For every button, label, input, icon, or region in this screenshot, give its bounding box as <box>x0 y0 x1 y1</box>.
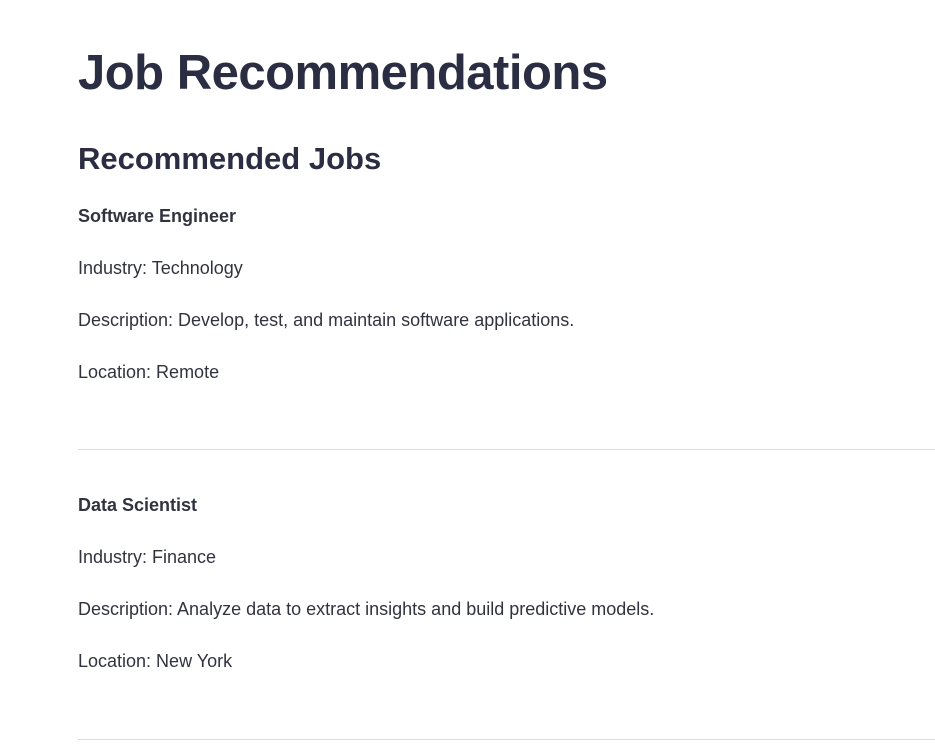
job-description: Description: Analyze data to extract ins… <box>78 599 655 619</box>
job-industry: Industry: Technology <box>78 258 243 278</box>
job-divider <box>78 739 935 740</box>
job-industry: Industry: Finance <box>78 547 217 567</box>
job-title: Data Scientist <box>78 495 198 515</box>
main-content: Job Recommendations Recommended Jobs Sof… <box>0 0 935 750</box>
job-divider <box>78 449 935 450</box>
job-description: Description: Develop, test, and maintain… <box>78 310 575 330</box>
job-location: Location: Remote <box>78 362 220 382</box>
job-location: Location: New York <box>78 651 233 671</box>
page-title: Job Recommendations <box>78 46 608 100</box>
section-title: Recommended Jobs <box>78 141 382 176</box>
job-title: Software Engineer <box>78 206 237 226</box>
